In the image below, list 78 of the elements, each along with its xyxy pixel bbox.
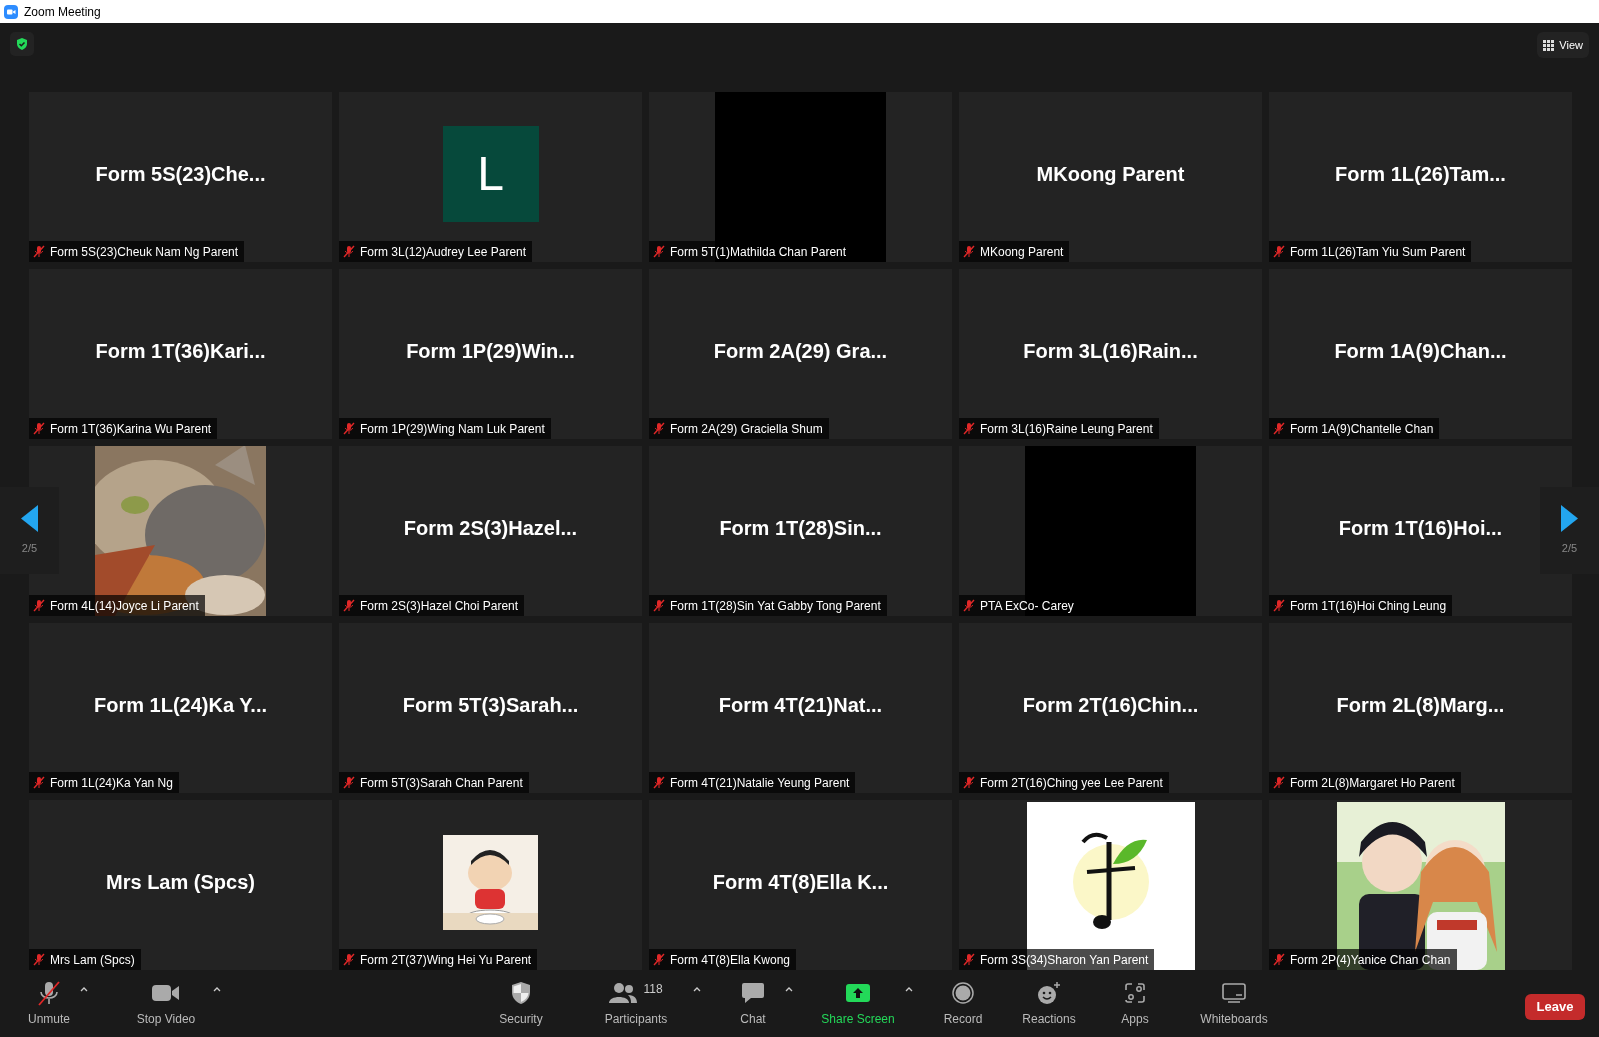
participant-name: Form 1A(9)Chan... <box>1334 339 1507 364</box>
participant-label: Form 4L(14)Joyce Li Parent <box>50 597 199 615</box>
toolbar-button[interactable]: 118 Participants <box>581 979 691 1028</box>
participant-label: Form 1T(16)Hoi Ching Leung <box>1290 597 1447 615</box>
caret-icon[interactable] <box>905 985 913 992</box>
participant-label: Form 3L(16)Raine Leung Parent <box>980 420 1153 438</box>
people-icon <box>609 981 638 1004</box>
participant-name: Form 1L(26)Tam... <box>1335 162 1506 187</box>
caret-icon[interactable] <box>693 985 701 992</box>
participant-label: Form 2S(3)Hazel Choi Parent <box>360 597 519 615</box>
right-arrow-icon <box>1561 504 1578 532</box>
participant-name: Form 3L(16)Rain... <box>1023 339 1198 364</box>
participant-label: Form 1A(9)Chantelle Chan <box>1290 420 1434 438</box>
participant-name: Form 1T(36)Kari... <box>95 339 266 364</box>
participant-name: Form 1L(24)Ka Y... <box>94 693 267 718</box>
video-camera-icon <box>152 982 180 1003</box>
toolbar-button[interactable]: Apps <box>1105 979 1165 1028</box>
left-arrow-icon <box>21 504 38 532</box>
participant-label: Form 2L(8)Margaret Ho Parent <box>1290 774 1455 792</box>
view-button[interactable]: View <box>1537 32 1589 58</box>
participant-name: Form 4T(8)Ella K... <box>712 870 889 895</box>
shield-icon <box>510 980 532 1005</box>
participant-name: MKoong Parent <box>1036 162 1185 187</box>
participant-label: Form 1T(36)Karina Wu Parent <box>50 420 212 438</box>
whiteboard-icon <box>1222 982 1246 1003</box>
participant-name: Form 1T(16)Hoi... <box>1338 516 1503 541</box>
participant-label: Form 4T(21)Natalie Yeung Parent <box>670 774 850 792</box>
participant-label: Form 1T(28)Sin Yat Gabby Tong Parent <box>670 597 881 615</box>
participant-label: Form 1L(26)Tam Yiu Sum Parent <box>1290 243 1466 261</box>
avatar-initial: L <box>442 126 539 222</box>
toolbar-button[interactable]: Security <box>481 979 561 1028</box>
participant-name: Form 5T(3)Sarah... <box>402 693 579 718</box>
toolbar-button[interactable]: Unmute <box>20 979 78 1028</box>
participant-label: PTA ExCo- Carey <box>980 597 1074 615</box>
participant-label: Form 1P(29)Wing Nam Luk Parent <box>360 420 545 438</box>
participant-name: Form 5S(23)Che... <box>95 162 266 187</box>
participant-label: Form 3L(12)Audrey Lee Parent <box>360 243 527 261</box>
participant-name: Form 1P(29)Win... <box>406 339 575 364</box>
apps-icon <box>1124 981 1146 1004</box>
participant-label: Mrs Lam (Spcs) <box>50 951 135 969</box>
participant-name: Form 2A(29) Gra... <box>713 339 888 364</box>
participant-name: Form 1T(28)Sin... <box>719 516 882 541</box>
toolbar-button[interactable]: Record <box>933 979 993 1028</box>
participant-label: Form 5T(1)Mathilda Chan Parent <box>670 243 847 261</box>
participant-label: Form 4T(8)Ella Kwong <box>670 951 791 969</box>
share-screen-button[interactable]: Share Screen <box>813 979 903 1028</box>
toolbar-button[interactable]: Reactions <box>1013 979 1085 1028</box>
caret-icon[interactable] <box>785 985 793 992</box>
participant-name: Form 4T(21)Nat... <box>718 693 883 718</box>
participant-label: Form 2T(37)Wing Hei Yu Parent <box>360 951 532 969</box>
speech-bubble-icon <box>741 981 765 1004</box>
record-icon <box>952 981 974 1004</box>
participant-label: Form 3S(34)Sharon Yan Parent <box>980 951 1149 969</box>
participant-name: Form 2S(3)Hazel... <box>403 516 578 541</box>
previous-page-button[interactable]: 2/5 <box>0 487 59 574</box>
participant-label: MKoong Parent <box>980 243 1064 261</box>
next-page-button[interactable]: 2/5 <box>1540 487 1599 574</box>
participant-label: Form 2T(16)Ching yee Lee Parent <box>980 774 1163 792</box>
participant-label: Form 5S(23)Cheuk Nam Ng Parent <box>50 243 239 261</box>
leave-button[interactable]: Leave <box>1525 993 1585 1020</box>
window-title: Zoom Meeting <box>24 3 101 21</box>
smiley-plus-icon <box>1037 980 1061 1005</box>
participant-label: Form 2A(29) Graciella Shum <box>670 420 823 438</box>
toolbar-button[interactable]: Whiteboards <box>1189 979 1279 1028</box>
toolbar-button[interactable]: Stop Video <box>121 979 211 1028</box>
caret-icon[interactable] <box>80 985 88 992</box>
participant-name: Form 2L(8)Marg... <box>1336 693 1505 718</box>
security-shield-icon[interactable] <box>10 32 34 56</box>
participant-name: Form 2T(16)Chin... <box>1022 693 1199 718</box>
camera-icon <box>4 4 18 19</box>
participant-label: Form 2P(4)Yanice Chan Chan <box>1290 951 1451 969</box>
grid-icon <box>1543 39 1555 51</box>
participant-label: Form 1L(24)Ka Yan Ng <box>50 774 173 792</box>
toolbar-button[interactable]: Chat <box>723 979 783 1028</box>
share-screen-icon <box>846 983 870 1002</box>
participant-name: Mrs Lam (Spcs) <box>106 870 255 895</box>
caret-icon[interactable] <box>213 985 221 992</box>
participant-label: Form 5T(3)Sarah Chan Parent <box>360 774 523 792</box>
